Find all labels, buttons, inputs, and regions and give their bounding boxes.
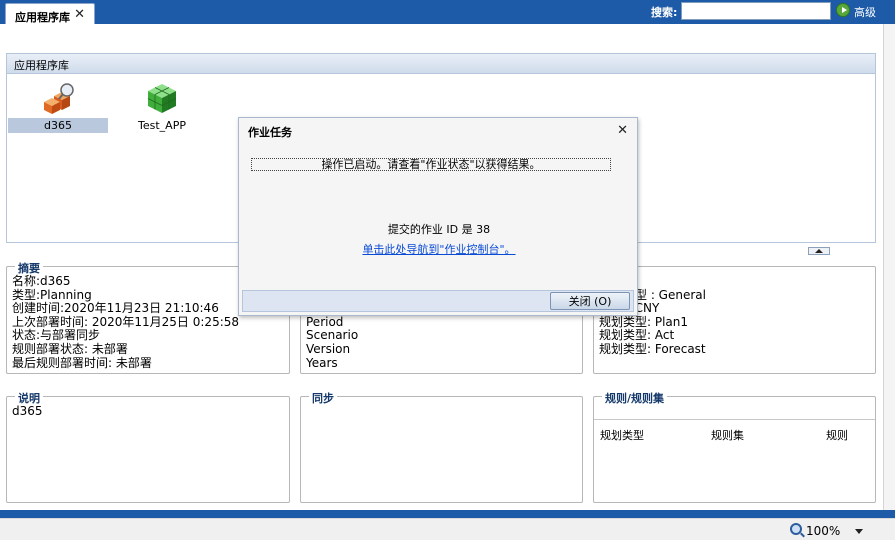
dimension-item: Period: [306, 314, 344, 329]
description-group: 说明 d365: [6, 390, 290, 503]
close-icon[interactable]: ✕: [74, 7, 85, 22]
deploy-plan-type: 规划类型: Act: [599, 328, 675, 343]
dialog-job-id: 提交的作业 ID 是 38: [387, 223, 491, 236]
dialog-message: 操作已启动。请查看"作业状态"以获得结果。: [251, 158, 611, 171]
dialog-title: 作业任务: [248, 126, 292, 139]
collapse-details-button[interactable]: [808, 247, 830, 255]
chevron-down-icon[interactable]: [855, 529, 863, 534]
app-item-test-app[interactable]: Test_APP: [122, 80, 202, 133]
summary-rule-deploy-status: 规则部署状态: 未部署: [12, 341, 128, 356]
status-bar: 100%: [0, 518, 895, 540]
bottom-divider: [0, 510, 895, 518]
dimension-item: Years: [306, 355, 338, 370]
column-header[interactable]: 规则集: [711, 427, 744, 443]
column-header[interactable]: 规则: [826, 427, 848, 443]
summary-type: 类型:Planning: [12, 287, 92, 302]
summary-body: 名称:d365 类型:Planning 创建时间:2020年11月23日 21:…: [12, 274, 239, 370]
zoom-icon: [790, 523, 802, 535]
planning-app-icon: [40, 80, 76, 116]
panel-header: 应用程序库: [7, 54, 875, 74]
dimension-item: Version: [306, 341, 351, 356]
column-header[interactable]: 规划类型: [600, 427, 644, 443]
job-task-dialog: 作业任务 ✕ 操作已启动。请查看"作业状态"以获得结果。 提交的作业 ID 是 …: [238, 117, 638, 316]
rules-group: 规则/规则集 规划类型 规则集 规则: [593, 390, 876, 503]
summary-status: 状态:与部署同步: [12, 328, 101, 343]
group-title: 规则/规则集: [602, 390, 668, 406]
job-console-link[interactable]: 单击此处导航到"作业控制台"。: [239, 241, 639, 257]
cube-app-icon: [144, 80, 180, 116]
app-item-d365[interactable]: d365: [8, 80, 108, 133]
app-label: d365: [8, 118, 108, 133]
zoom-level: 100%: [806, 524, 841, 538]
deploy-plan-type: 规划类型: Forecast: [599, 341, 706, 356]
search-label: 搜索:: [651, 6, 678, 19]
search-go-icon[interactable]: [836, 3, 850, 17]
vertical-scrollbar[interactable]: [883, 24, 895, 510]
dimension-item: Scenario: [306, 328, 359, 343]
advanced-search-link[interactable]: 高级: [854, 4, 876, 20]
rules-table-header: 规划类型 规则集 规则: [594, 419, 875, 442]
summary-last-rule-deploy: 最后规则部署时间: 未部署: [12, 355, 152, 370]
tab-application-library[interactable]: 应用程序库 ✕: [5, 3, 95, 24]
close-icon[interactable]: ✕: [617, 123, 628, 138]
tab-label: 应用程序库: [15, 11, 70, 24]
summary-name: 名称:d365: [12, 274, 71, 288]
top-tab-bar: 应用程序库 ✕ 搜索: 高级: [0, 0, 895, 24]
summary-created: 创建时间:2020年11月23日 21:10:46: [12, 301, 219, 316]
app-label: Test_APP: [138, 119, 186, 132]
close-button[interactable]: 关闭 (O): [550, 292, 630, 310]
group-title: 同步: [309, 390, 337, 406]
sync-group: 同步: [300, 390, 583, 503]
description-text: d365: [12, 404, 43, 418]
search-input[interactable]: [681, 2, 831, 20]
dialog-footer: 关闭 (O): [242, 290, 634, 312]
